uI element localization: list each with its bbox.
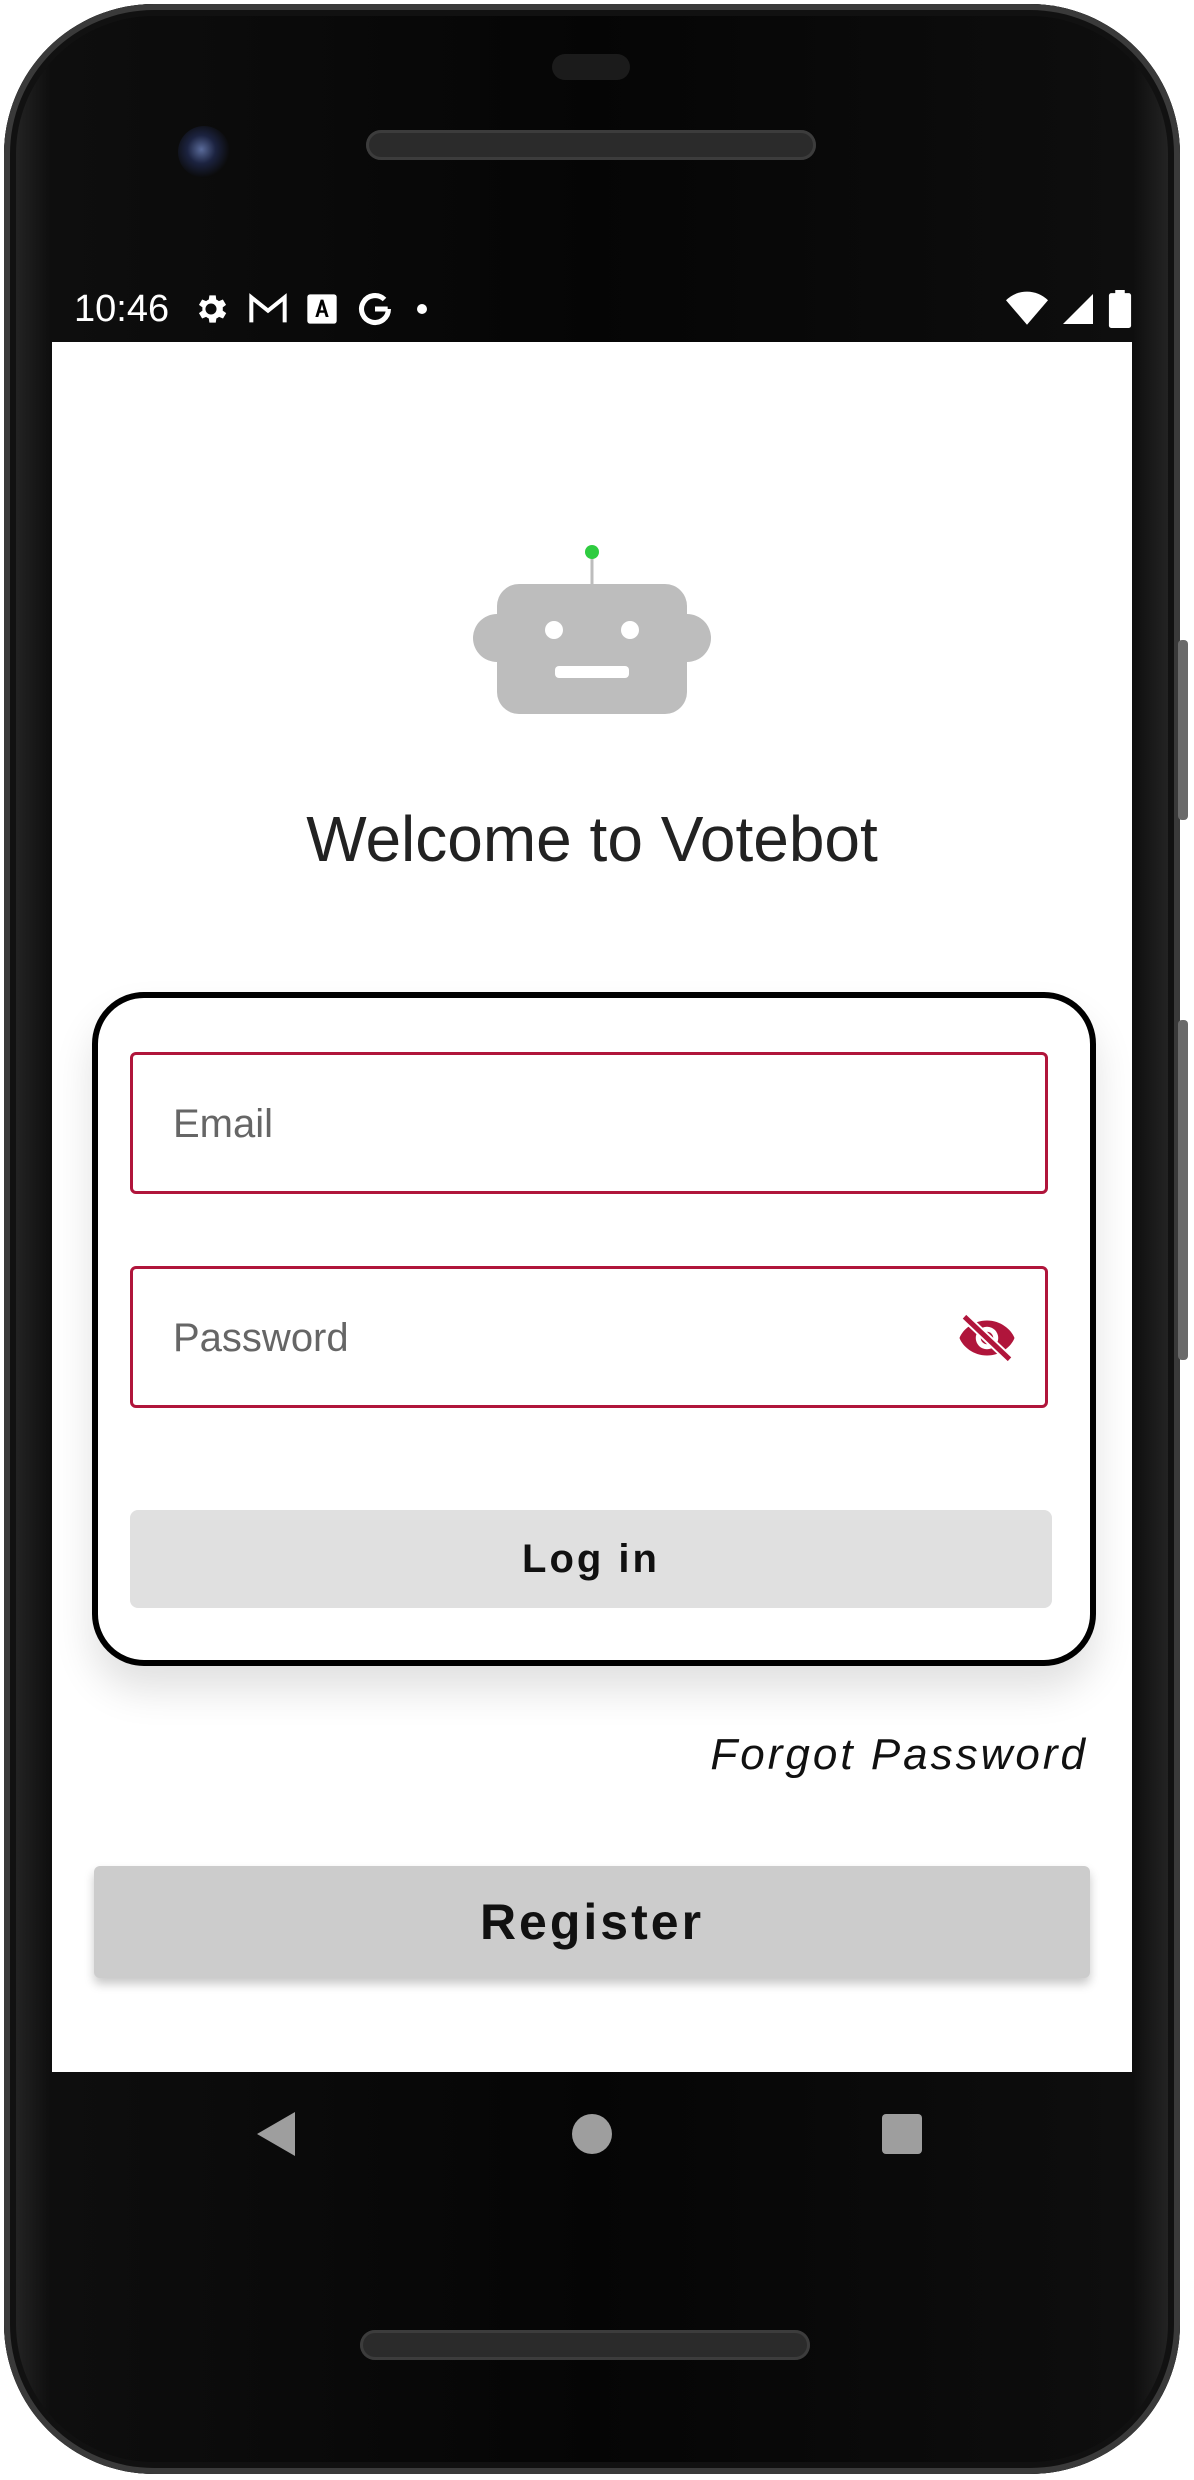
status-time: 10:46 [74, 288, 170, 330]
system-icons [1006, 290, 1132, 328]
robot-icon [473, 545, 711, 714]
dot-icon [417, 304, 427, 314]
front-camera [178, 126, 230, 178]
bottom-speaker [360, 2330, 810, 2360]
signal-icon [1063, 294, 1093, 324]
volume-button [1178, 1020, 1188, 1360]
gear-icon [198, 295, 227, 323]
wifi-icon [1006, 291, 1048, 325]
back-icon[interactable] [257, 2112, 295, 2156]
power-button [1178, 640, 1188, 820]
login-button[interactable]: Log in [130, 1510, 1052, 1608]
navigation-bar [52, 2072, 1132, 2202]
gmail-icon [249, 293, 287, 323]
google-icon [359, 293, 391, 326]
earpiece [552, 54, 630, 80]
email-input[interactable] [171, 1055, 975, 1193]
status-bar: 10:46 [52, 280, 1132, 340]
top-speaker [366, 130, 816, 160]
register-button[interactable]: Register [94, 1866, 1090, 1978]
recents-icon[interactable] [882, 2114, 922, 2154]
welcome-title: Welcome to Votebot [306, 803, 878, 875]
home-icon[interactable] [572, 2114, 612, 2154]
device-frame: 10:46 Welcome to Votebot Email Log in Fo… [0, 0, 1194, 2480]
password-field[interactable] [130, 1266, 1048, 1408]
eye-off-icon[interactable] [957, 1313, 1017, 1363]
forgot-password-link[interactable]: Forgot Password [710, 1730, 1088, 1780]
email-field[interactable] [130, 1052, 1048, 1194]
battery-icon [1108, 290, 1132, 328]
login-card: Log in [92, 992, 1096, 1666]
notification-icons [192, 290, 432, 328]
password-input[interactable] [171, 1269, 975, 1407]
app-screen: Welcome to Votebot Log in Forgot Passwor… [52, 342, 1132, 2072]
font-icon [307, 294, 337, 324]
